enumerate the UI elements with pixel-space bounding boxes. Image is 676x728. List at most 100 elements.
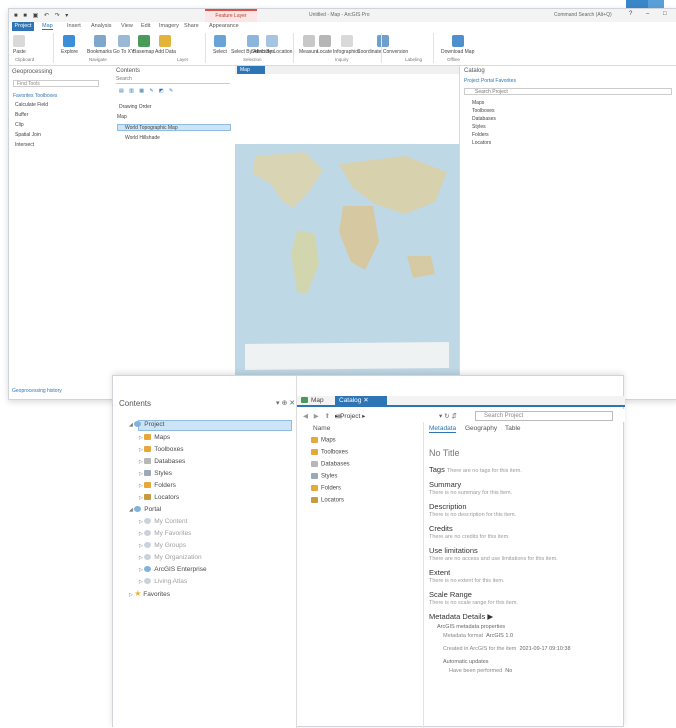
catalog-item[interactable]: Toolboxes xyxy=(472,108,495,114)
divider xyxy=(53,33,54,63)
tree-item[interactable]: ▷ ArcGIS Enterprise xyxy=(139,566,207,573)
catalog-search-input[interactable]: Search Project xyxy=(464,88,672,95)
select-by-location-button[interactable]: Select By Location xyxy=(251,35,292,55)
go-to-xy-button[interactable]: Go To XY xyxy=(113,35,134,55)
tab-share[interactable]: Share xyxy=(184,23,199,29)
status-link[interactable]: Geoprocessing history xyxy=(12,388,62,394)
column-header-name[interactable]: Name xyxy=(313,425,330,432)
command-search[interactable]: Command Search (Alt+Q) xyxy=(554,12,612,18)
maps-icon xyxy=(311,437,318,443)
tree-item-portal[interactable]: ◢ Portal xyxy=(129,506,161,513)
list-item[interactable]: Maps xyxy=(311,437,336,444)
tab-view[interactable]: View xyxy=(121,23,133,29)
summary-value: There is no summary for this item. xyxy=(429,490,513,496)
tool-item[interactable]: Intersect xyxy=(15,142,34,148)
expand-arrow-icon: ▶ xyxy=(487,612,494,621)
tab-analysis[interactable]: Analysis xyxy=(91,23,111,29)
map-canvas[interactable] xyxy=(235,74,459,389)
pane-title: Contents xyxy=(119,399,152,408)
tab-insert[interactable]: Insert xyxy=(67,23,81,29)
catalog-item[interactable]: Databases xyxy=(472,116,496,122)
window-controls[interactable]: ? – □ xyxy=(629,11,673,17)
basemap-button[interactable]: Basemap xyxy=(133,35,154,55)
description-heading: Description xyxy=(429,502,467,511)
catalog-item[interactable]: Folders xyxy=(472,132,489,138)
zoomed-window: Contents ▾ ⊕ ✕ ◢ Project ▷ Maps ▷ Toolbo… xyxy=(112,375,625,728)
breadcrumb[interactable]: ▸ Project ▸ xyxy=(335,412,365,420)
tree-item-favorites[interactable]: ▷ ★ Favorites xyxy=(129,589,170,598)
contents-toolbar[interactable]: ▤ ▥ ▦ ✎ ◩ ✎ xyxy=(119,88,175,94)
tab-appearance[interactable]: Appearance xyxy=(209,23,239,29)
tree-item[interactable]: ▷ My Content xyxy=(139,518,187,525)
bookmarks-button[interactable]: Bookmarks xyxy=(87,35,112,55)
pane-controls[interactable]: ▾ ⊕ ✕ xyxy=(276,399,295,407)
credits-heading: Credits xyxy=(429,524,453,533)
divider xyxy=(205,33,206,63)
tab-catalog[interactable]: Catalog ✕ xyxy=(335,396,387,405)
tree-item[interactable]: ▷ Locators xyxy=(139,494,179,501)
catalog-item[interactable]: Styles xyxy=(472,124,486,130)
tool-item[interactable]: Spatial Join xyxy=(15,132,41,138)
tree-item[interactable]: ▷ Toolboxes xyxy=(139,446,184,453)
find-tools-input[interactable]: Find Tools xyxy=(13,80,99,87)
coordinate-conversion-button[interactable]: Coordinate Conversion xyxy=(357,35,408,55)
layer-item[interactable]: World Topographic Map xyxy=(125,125,178,131)
tree-item[interactable]: ▷ My Groups xyxy=(139,542,186,549)
tool-item[interactable]: Calculate Field xyxy=(15,102,48,108)
download-map-button[interactable]: Download Map xyxy=(441,35,474,55)
catalog-item[interactable]: Locators xyxy=(472,140,491,146)
tree-item[interactable]: ▷ My Organization xyxy=(139,554,202,561)
catalog-search-input[interactable]: Search Project xyxy=(475,411,613,421)
tree-item[interactable]: ▷ Databases xyxy=(139,458,185,465)
select-icon xyxy=(213,35,226,47)
list-item[interactable]: Styles xyxy=(311,473,337,480)
locator-icon xyxy=(144,494,152,501)
locate-button[interactable]: Locate xyxy=(317,35,332,55)
explore-button[interactable]: Explore xyxy=(61,35,78,55)
tree-item[interactable]: ▷ Folders xyxy=(139,482,176,489)
list-item[interactable]: Databases xyxy=(311,461,350,468)
tab-map[interactable]: Map xyxy=(301,396,324,405)
close-icon[interactable]: ✕ xyxy=(363,397,368,404)
style-icon xyxy=(144,470,152,477)
map-view[interactable]: Map xyxy=(235,66,459,399)
tab-imagery[interactable]: Imagery xyxy=(159,23,179,29)
tab-table[interactable]: Table xyxy=(505,425,521,432)
folder-icon xyxy=(311,485,318,491)
paste-button[interactable]: Paste xyxy=(13,35,26,55)
layer-item[interactable]: World Hillshade xyxy=(125,135,160,141)
list-item[interactable]: Toolboxes xyxy=(311,449,348,456)
quick-access-toolbar[interactable]: ■ ■ ▣ ↶ ↷ ▾ xyxy=(14,12,70,19)
goto-icon xyxy=(117,35,130,47)
tree-item-project[interactable]: ◢ Project xyxy=(129,421,164,428)
tree-item[interactable]: ▷ Maps xyxy=(139,434,170,441)
list-item[interactable]: Locators xyxy=(311,497,344,504)
select-button[interactable]: Select xyxy=(213,35,227,55)
tool-item[interactable]: Buffer xyxy=(15,112,28,118)
map-node[interactable]: Map xyxy=(117,114,127,120)
list-item[interactable]: Folders xyxy=(311,485,341,492)
measure-button[interactable]: Measure xyxy=(299,35,318,55)
tab-geography[interactable]: Geography xyxy=(465,425,497,432)
catalog-item[interactable]: Maps xyxy=(472,100,484,106)
refresh-icon[interactable]: ▾ ↻ ⇵ xyxy=(439,412,457,420)
add-data-icon xyxy=(159,35,172,47)
geoprocessing-tabs[interactable]: Favorites Toolboxes xyxy=(13,93,57,99)
tab-project[interactable]: Project xyxy=(12,22,34,31)
metadata-details-toggle[interactable]: Metadata Details ▶ xyxy=(429,612,493,621)
catalog-subtabs[interactable]: Project Portal Favorites xyxy=(464,78,516,84)
tab-edit[interactable]: Edit xyxy=(141,23,150,29)
tab-map[interactable]: Map xyxy=(42,23,53,30)
tree-item[interactable]: ▷ My Favorites xyxy=(139,530,191,537)
tab-map-view[interactable]: Map xyxy=(237,66,265,74)
tool-item[interactable]: Clip xyxy=(15,122,24,128)
tree-item[interactable]: ▷ Living Atlas xyxy=(139,578,187,585)
maps-icon xyxy=(144,434,152,441)
metadata-panel: Metadata Geography Table No Title Tags T… xyxy=(423,422,625,728)
tab-metadata[interactable]: Metadata xyxy=(429,425,457,433)
tree-item[interactable]: ▷ Styles xyxy=(139,470,172,477)
pane-title: Catalog xyxy=(464,68,485,74)
add-data-button[interactable]: Add Data xyxy=(155,35,176,55)
contents-search-input[interactable]: Search xyxy=(116,76,230,84)
catalog-item-list: Name Maps Toolboxes Databases Styles Fol… xyxy=(297,422,424,728)
